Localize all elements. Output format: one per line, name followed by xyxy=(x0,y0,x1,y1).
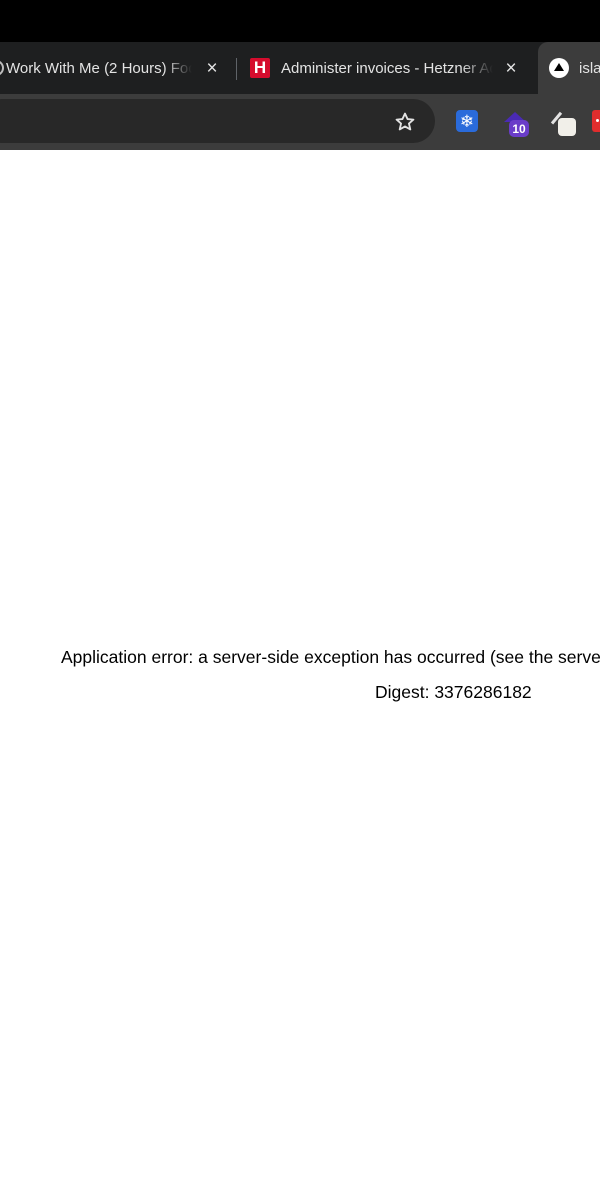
hetzner-h-icon: H xyxy=(250,58,270,78)
browser-window: Work With Me (2 Hours) Focus × H Adminis… xyxy=(0,0,600,1200)
tab-title: isla xyxy=(579,59,600,77)
close-icon[interactable]: × xyxy=(203,59,221,78)
tab-work-with-me[interactable]: Work With Me (2 Hours) Focus × xyxy=(0,42,232,94)
tab-title: Work With Me (2 Hours) Focus xyxy=(6,59,192,77)
tab-separator xyxy=(236,58,237,80)
snowflake-extension-icon[interactable]: ❄ xyxy=(456,110,478,132)
error-digest: Digest: 3376286182 xyxy=(375,682,532,702)
tab-title: Administer invoices - Hetzner Accounts xyxy=(281,59,493,77)
error-message: Application error: a server-side excepti… xyxy=(61,647,600,667)
tab-active-isla[interactable]: isla xyxy=(538,42,600,94)
triangle-logo-icon xyxy=(549,58,569,78)
page-content: Application error: a server-side excepti… xyxy=(0,150,600,1200)
close-icon[interactable]: × xyxy=(502,59,520,78)
pinned-extension-icon[interactable] xyxy=(550,108,578,136)
extension-badge: 10 xyxy=(509,120,529,137)
address-bar[interactable] xyxy=(0,99,435,143)
browser-toolbar: ❄ 10 xyxy=(0,94,600,150)
tab-strip: Work With Me (2 Hours) Focus × H Adminis… xyxy=(0,42,600,94)
extension-tile-icon xyxy=(558,118,576,136)
partial-circle-icon xyxy=(0,60,4,76)
red-extension-icon[interactable] xyxy=(592,110,600,132)
graduation-cap-extension-icon[interactable]: 10 xyxy=(502,110,530,138)
window-title-bar xyxy=(0,0,600,42)
tab-hetzner-invoices[interactable]: H Administer invoices - Hetzner Accounts… xyxy=(244,42,534,94)
star-icon[interactable] xyxy=(394,111,416,133)
snowflake-glyph: ❄ xyxy=(459,111,475,131)
